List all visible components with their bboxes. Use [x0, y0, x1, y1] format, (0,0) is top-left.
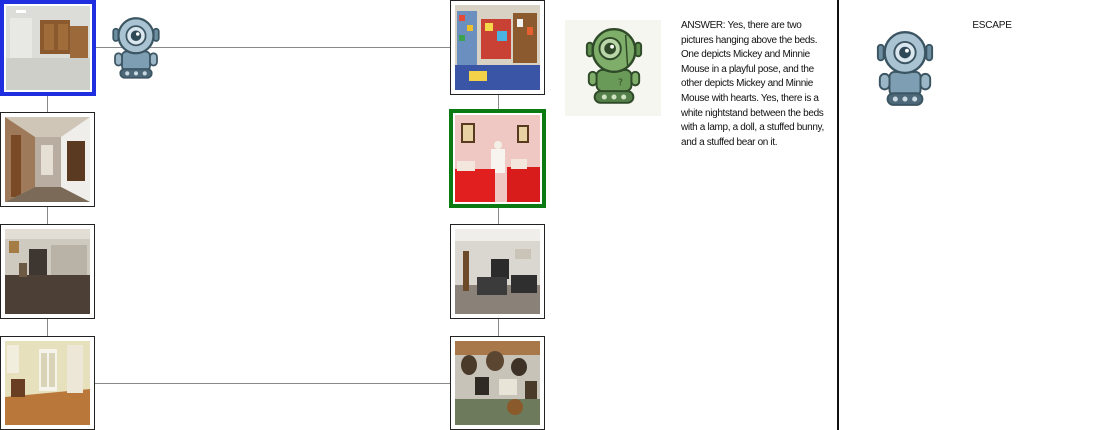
room-photo	[455, 341, 540, 425]
svg-text:?: ?	[618, 77, 623, 88]
room-photo	[455, 115, 540, 202]
room-node[interactable]	[450, 336, 545, 430]
room-node-target[interactable]	[449, 109, 546, 208]
room-node[interactable]	[450, 224, 545, 319]
graph-edge	[498, 318, 499, 336]
room-photo	[455, 229, 540, 314]
answer-text: ANSWER: Yes, there are two pictures hang…	[681, 20, 824, 148]
graph-edge	[498, 207, 499, 224]
panel-divider	[837, 0, 839, 430]
room-node[interactable]	[450, 0, 545, 95]
robot-icon	[108, 16, 164, 80]
room-node[interactable]	[0, 224, 95, 319]
agent-panel: ?	[565, 20, 661, 116]
graph-edge	[498, 94, 499, 110]
escape-button[interactable]: ESCAPE	[960, 20, 1024, 31]
room-photo	[5, 117, 90, 202]
room-node[interactable]	[0, 336, 95, 430]
room-photo	[5, 229, 90, 314]
room-photo	[5, 341, 90, 425]
room-photo	[6, 6, 90, 90]
graph-edge	[47, 318, 48, 336]
graph-edge	[47, 206, 48, 224]
graph-edge	[47, 95, 48, 112]
room-node[interactable]	[0, 112, 95, 207]
room-photo	[455, 5, 540, 90]
robot-icon	[874, 30, 936, 110]
green-robot-icon: ?	[583, 26, 645, 106]
graph-edge	[95, 383, 450, 384]
room-node-current[interactable]	[0, 0, 96, 96]
